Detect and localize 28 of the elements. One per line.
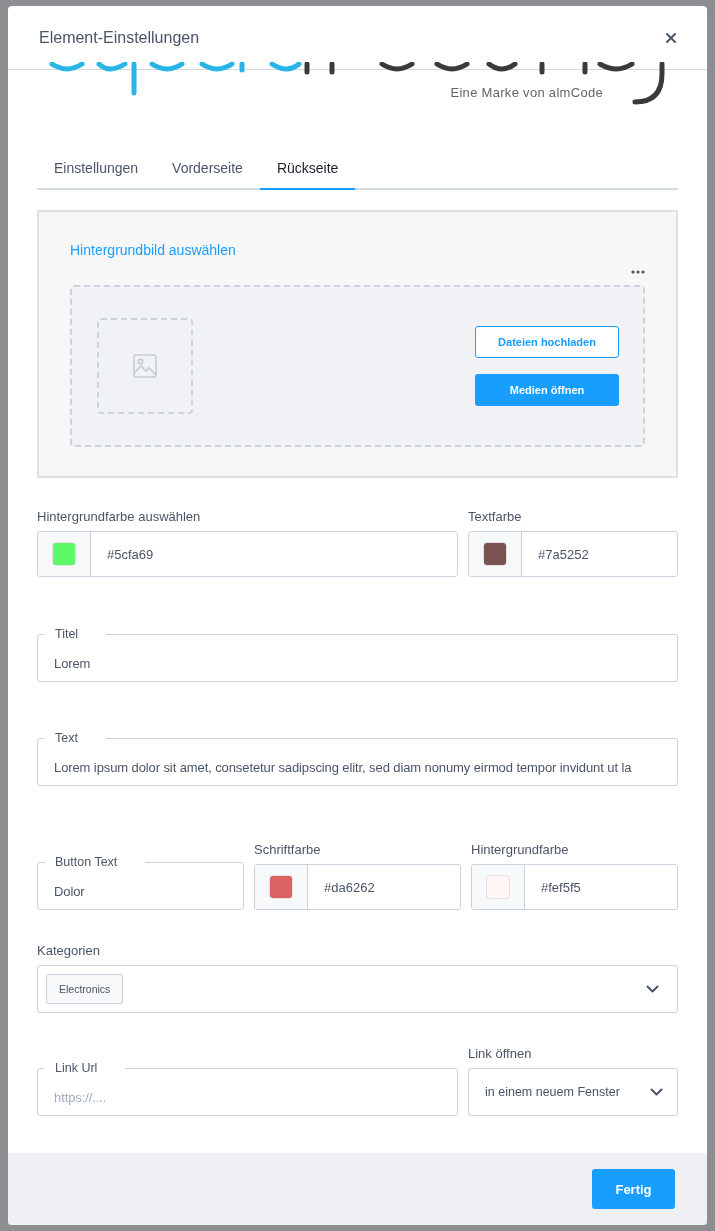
field-label: Hintergrundfarbe — [471, 842, 570, 857]
field-label: Link öffnen — [468, 1046, 533, 1061]
more-icon[interactable] — [631, 270, 645, 274]
color-input-field[interactable]: #da6262 — [254, 864, 461, 910]
chevron-down-icon — [650, 1088, 663, 1096]
tab[interactable]: Einstellungen — [37, 148, 156, 190]
section-title: Hintergrundbild auswählen — [70, 242, 237, 258]
link-target-select[interactable]: in einem neuem Fenster — [468, 1068, 678, 1116]
color-swatch[interactable] — [487, 876, 509, 898]
close-icon[interactable] — [664, 30, 678, 45]
logo-tagline: Eine Marke von almCode — [450, 85, 603, 100]
chevron-down-icon — [646, 985, 659, 993]
image-icon — [133, 354, 157, 378]
category-tag[interactable]: Electronics — [46, 974, 124, 1004]
field-label: Schriftfarbe — [254, 842, 322, 857]
field-label: Kategorien — [37, 943, 101, 958]
color-input-field[interactable]: #5cfa69 — [37, 531, 458, 577]
dialog-title: Element-Einstellungen — [39, 28, 200, 47]
field-label: Textfarbe — [468, 509, 523, 524]
color-swatch[interactable] — [270, 876, 292, 898]
field-label: Hintergrundfarbe auswählen — [37, 509, 202, 524]
category-select[interactable]: Electronics — [37, 965, 678, 1013]
tab[interactable]: Rückseite — [259, 148, 356, 190]
color-swatch[interactable] — [53, 543, 75, 565]
color-swatch[interactable] — [484, 543, 506, 565]
color-input-field[interactable]: #7a5252 — [468, 531, 678, 577]
color-input-field[interactable]: #fef5f5 — [471, 864, 678, 910]
tab[interactable]: Vorderseite — [155, 148, 260, 190]
